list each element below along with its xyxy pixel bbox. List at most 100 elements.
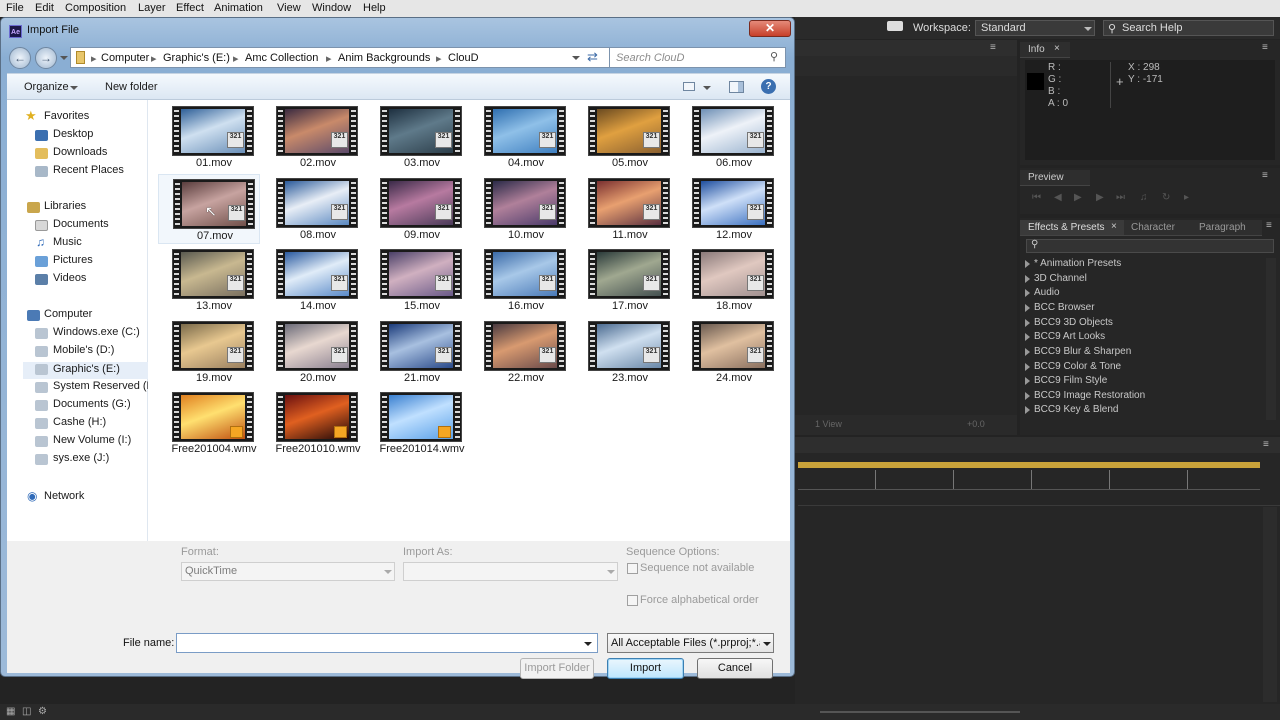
loop-icon[interactable]: ↻ (1162, 192, 1170, 203)
expand-arrow-icon[interactable] (1025, 275, 1030, 283)
view-count[interactable]: 1 View (815, 419, 842, 429)
search-input[interactable]: Search ClouD ⚲ (609, 47, 786, 68)
file-tile[interactable]: 321 12.mov (678, 174, 780, 244)
search-help-input[interactable]: ⚲ Search Help (1103, 20, 1274, 36)
breadcrumb-cloud[interactable]: ClouD (448, 52, 479, 64)
forward-button[interactable]: → (35, 47, 57, 69)
import-button[interactable]: Import (607, 658, 684, 679)
effects-search-input[interactable]: ⚲ (1026, 239, 1274, 253)
file-tile[interactable]: 321 01.mov (158, 102, 260, 172)
audio-icon[interactable]: ♫ (1140, 192, 1148, 203)
last-frame-icon[interactable]: ⏭ (1116, 192, 1125, 203)
effects-item[interactable]: BCC9 Image Restoration (1034, 390, 1145, 401)
timeline-scrollbar[interactable] (1263, 507, 1277, 702)
file-tile[interactable]: 321 04.mov (470, 102, 572, 172)
effects-item[interactable]: BCC Browser (1034, 302, 1095, 313)
import-as-select[interactable] (403, 562, 618, 581)
effects-item[interactable]: BCC9 Film Style (1034, 375, 1107, 386)
breadcrumb-graphics-e[interactable]: Graphic's (E:) (163, 52, 230, 64)
file-tile[interactable]: 321 16.mov (470, 245, 572, 315)
sequence-checkbox[interactable] (627, 563, 638, 574)
time-ruler[interactable] (798, 470, 1260, 490)
file-tile[interactable]: 321 10.mov (470, 174, 572, 244)
expand-arrow-icon[interactable] (1025, 319, 1030, 327)
file-tile[interactable]: 321 02.mov (262, 102, 364, 172)
expand-arrow-icon[interactable] (1025, 406, 1030, 414)
panel-menu-icon[interactable]: ≡ (1262, 42, 1268, 53)
close-icon[interactable]: × (1054, 43, 1060, 54)
panel-menu-icon[interactable]: ≡ (1266, 220, 1272, 231)
file-tile[interactable]: 321 15.mov (366, 245, 468, 315)
comp-flowchart-icon[interactable]: ▦ (6, 706, 15, 717)
toggle-icon[interactable]: ◫ (22, 706, 31, 717)
menu-effect[interactable]: Effect (176, 2, 204, 14)
breadcrumb-anim-backgrounds[interactable]: Anim Backgrounds (338, 52, 430, 64)
exposure-offset[interactable]: +0.0 (967, 419, 985, 429)
tab-character[interactable]: Character (1124, 220, 1192, 236)
file-tile[interactable]: 321 13.mov (158, 245, 260, 315)
prev-frame-icon[interactable]: ◀ (1054, 192, 1062, 203)
menu-help[interactable]: Help (363, 2, 386, 14)
file-tile[interactable]: Free201004.wmv (158, 388, 260, 458)
file-tile[interactable]: Free201010.wmv (262, 388, 364, 458)
file-tile[interactable]: 321 14.mov (262, 245, 364, 315)
new-folder-button[interactable]: New folder (105, 81, 158, 93)
file-tile[interactable]: 321 09.mov (366, 174, 468, 244)
menu-edit[interactable]: Edit (35, 2, 54, 14)
zoom-slider[interactable] (820, 711, 1020, 713)
effects-item[interactable]: BCC9 Color & Tone (1034, 361, 1121, 372)
expand-arrow-icon[interactable] (1025, 289, 1030, 297)
chevron-down-icon[interactable] (703, 86, 711, 90)
effects-item[interactable]: * Animation Presets (1034, 258, 1121, 269)
file-tile[interactable]: 321 06.mov (678, 102, 780, 172)
effects-item[interactable]: 3D Channel (1034, 273, 1087, 284)
refresh-icon[interactable]: ⇄ (587, 49, 598, 65)
menu-animation[interactable]: Animation (214, 2, 263, 14)
effects-item[interactable]: BCC9 Blur & Sharpen (1034, 346, 1131, 357)
cancel-button[interactable]: Cancel (697, 658, 773, 679)
file-name-input[interactable] (176, 633, 598, 653)
preview-pane-icon[interactable] (729, 81, 744, 93)
file-type-filter[interactable]: All Acceptable Files (*.prproj;*.a (607, 633, 774, 653)
menu-composition[interactable]: Composition (65, 2, 126, 14)
sync-icon[interactable] (887, 21, 903, 31)
close-icon[interactable]: × (1111, 221, 1117, 232)
expand-arrow-icon[interactable] (1025, 304, 1030, 312)
first-frame-icon[interactable]: ⏮ (1032, 192, 1041, 203)
close-button[interactable]: ✕ (749, 20, 791, 37)
effects-item[interactable]: Audio (1034, 287, 1060, 298)
ram-preview-icon[interactable]: ▸ (1184, 192, 1189, 203)
file-tile[interactable]: 321 18.mov (678, 245, 780, 315)
file-tile[interactable]: 321 24.mov (678, 317, 780, 387)
expand-arrow-icon[interactable] (1025, 392, 1030, 400)
file-tile[interactable]: 321 19.mov (158, 317, 260, 387)
address-dropdown-icon[interactable] (572, 56, 580, 60)
expand-arrow-icon[interactable] (1025, 348, 1030, 356)
expand-arrow-icon[interactable] (1025, 333, 1030, 341)
panel-menu-icon[interactable]: ≡ (1262, 170, 1268, 181)
menu-layer[interactable]: Layer (138, 2, 166, 14)
file-tile[interactable]: 321 20.mov (262, 317, 364, 387)
address-bar[interactable]: ▸ Computer ▸ Graphic's (E:) ▸ Amc Collec… (70, 47, 610, 68)
file-tile[interactable]: 321 08.mov (262, 174, 364, 244)
back-button[interactable]: ← (9, 47, 31, 69)
file-tile[interactable]: 321 11.mov (574, 174, 676, 244)
file-tile[interactable]: Free201014.wmv (366, 388, 468, 458)
file-tile[interactable]: 321 22.mov (470, 317, 572, 387)
effects-item[interactable]: BCC9 Key & Blend (1034, 404, 1119, 415)
tab-info[interactable]: Info × (1020, 42, 1070, 58)
expand-arrow-icon[interactable] (1025, 260, 1030, 268)
format-select[interactable]: QuickTime (181, 562, 395, 581)
panel-menu-icon[interactable]: ≡ (1263, 439, 1269, 450)
work-area-bar[interactable] (798, 462, 1260, 468)
menu-view[interactable]: View (277, 2, 301, 14)
tab-preview[interactable]: Preview (1020, 170, 1090, 186)
help-icon[interactable]: ? (761, 79, 776, 94)
panel-menu-icon[interactable]: ≡ (990, 42, 996, 53)
effects-scrollbar[interactable] (1266, 258, 1276, 420)
import-folder-button[interactable]: Import Folder (520, 658, 594, 679)
tab-paragraph[interactable]: Paragraph (1192, 220, 1262, 236)
file-tile[interactable]: 321 17.mov (574, 245, 676, 315)
expand-arrow-icon[interactable] (1025, 363, 1030, 371)
menu-file[interactable]: File (6, 2, 24, 14)
